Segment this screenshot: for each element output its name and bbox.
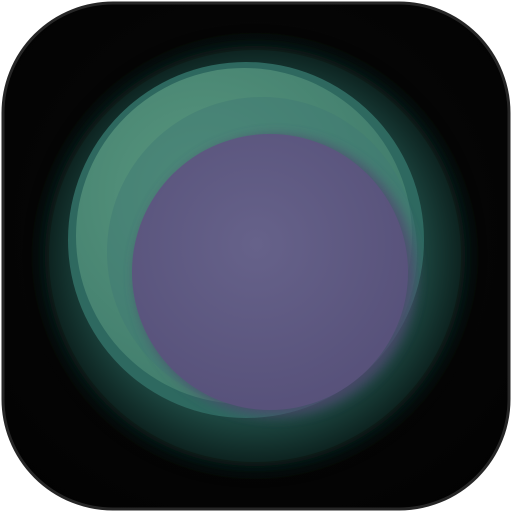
app-icon[interactable] [0,0,512,512]
lens-icon [1,1,511,511]
purple-disc [132,134,408,410]
